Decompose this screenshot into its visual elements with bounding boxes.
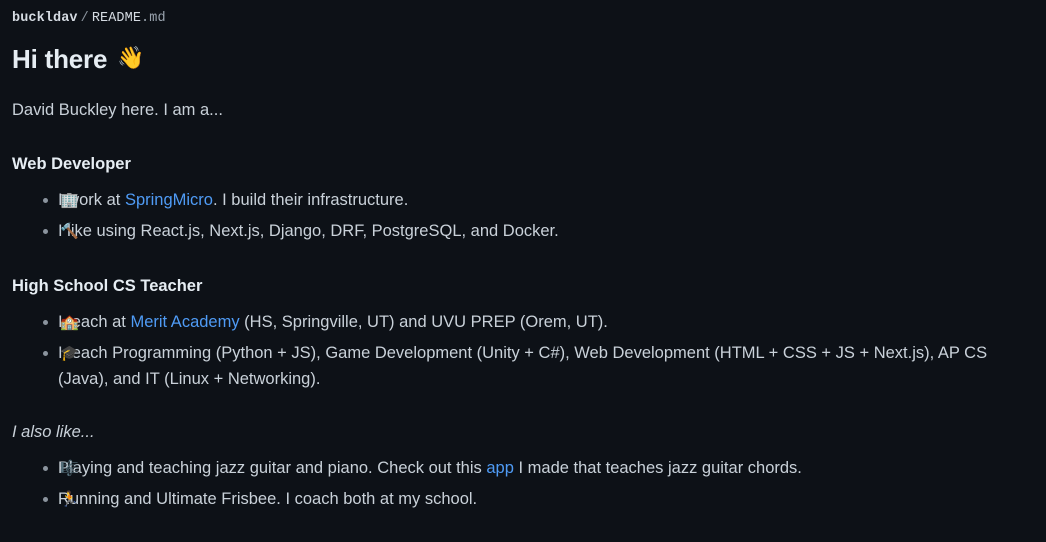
inline-link[interactable]: SpringMicro [125, 191, 213, 209]
office-building-icon: 🏢 [60, 191, 79, 209]
list-item-text: Running and Ultimate Frisbee. I coach bo… [58, 490, 477, 508]
list-item: 🔨 I like using React.js, Next.js, Django,… [12, 218, 1034, 244]
page-title-text: Hi there [12, 44, 108, 74]
inline-text: I made that teaches jazz guitar chords. [513, 459, 802, 477]
inline-text: . I build their infrastructure. [212, 191, 409, 209]
page-title: Hi there 👋 [12, 42, 1034, 76]
section-list: 🏢 I work at SpringMicro. I build their in… [12, 187, 1034, 244]
list-item-text: I teach at Merit Academy (HS, Springvill… [58, 313, 608, 331]
runner-icon: 🏃 [60, 490, 79, 508]
list-item-text: I work at SpringMicro. I build their inf… [58, 191, 408, 209]
also-like-list: 🎼 Playing and teaching jazz guitar and pi… [12, 455, 1034, 512]
section-heading: Web Developer [12, 155, 131, 173]
breadcrumb-separator: / [80, 11, 89, 26]
breadcrumb-file-extension[interactable]: .md [141, 11, 166, 26]
inline-text: (HS, Springville, UT) and UVU PREP (Orem… [239, 313, 608, 331]
list-item-text: I teach Programming (Python + JS), Game … [58, 344, 987, 388]
list-item-text: I like using React.js, Next.js, Django, … [58, 222, 559, 240]
intro-paragraph: David Buckley here. I am a... [12, 101, 223, 119]
breadcrumb: buckldav / README.md [12, 10, 1034, 28]
list-item: 🏃 Running and Ultimate Frisbee. I coach b… [12, 486, 1034, 512]
list-item-text: Playing and teaching jazz guitar and pia… [58, 459, 802, 477]
musical-score-icon: 🎼 [60, 459, 79, 477]
section-list: 🏫 I teach at Merit Academy (HS, Springvil… [12, 309, 1034, 392]
readme-page: buckldav / README.md Hi there 👋 David Buck… [0, 0, 1046, 512]
school-icon: 🏫 [60, 313, 79, 331]
inline-text: I teach Programming (Python + JS), Game … [58, 344, 988, 388]
list-item: 🎓 I teach Programming (Python + JS), Game… [12, 340, 1034, 392]
inline-text: Playing and teaching jazz guitar and pia… [58, 459, 487, 477]
waving-hand-icon: 👋 [117, 46, 145, 71]
list-item: 🎼 Playing and teaching jazz guitar and pi… [12, 455, 1034, 481]
inline-text: I like using React.js, Next.js, Django, … [58, 222, 559, 240]
inline-link[interactable]: Merit Academy [130, 313, 239, 331]
list-item: 🏫 I teach at Merit Academy (HS, Springvil… [12, 309, 1034, 335]
breadcrumb-owner[interactable]: buckldav [12, 11, 78, 26]
breadcrumb-file-name[interactable]: README [92, 11, 141, 26]
list-item: 🏢 I work at SpringMicro. I build their in… [12, 187, 1034, 213]
hammer-icon: 🔨 [60, 222, 79, 240]
section-heading: High School CS Teacher [12, 277, 203, 295]
also-like-label: I also like... [12, 423, 95, 441]
sections-container: Web Developer 🏢 I work at SpringMicro. I b… [12, 153, 1034, 392]
inline-link[interactable]: app [486, 459, 514, 477]
graduation-cap-icon: 🎓 [60, 344, 79, 362]
inline-text: Running and Ultimate Frisbee. I coach bo… [58, 490, 478, 508]
